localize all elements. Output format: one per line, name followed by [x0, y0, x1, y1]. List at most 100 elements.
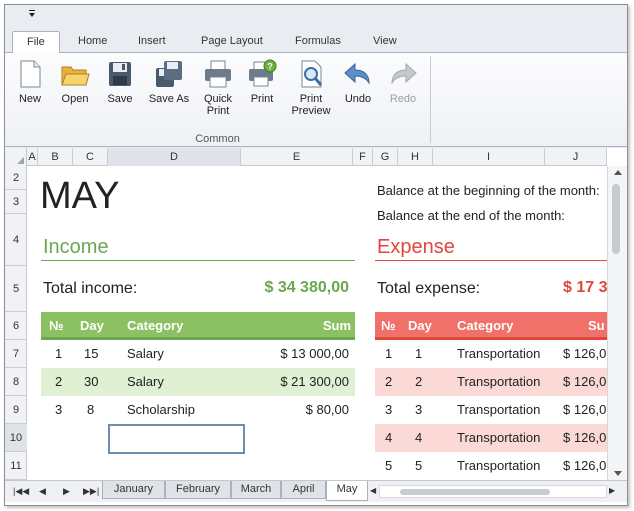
tab-file[interactable]: File: [12, 31, 60, 53]
selected-cell[interactable]: [108, 424, 245, 454]
open-button[interactable]: Open: [57, 58, 93, 105]
new-document-icon: [20, 60, 41, 88]
last-sheet-icon[interactable]: ▶▶|: [83, 486, 99, 497]
column-header-g[interactable]: G: [373, 148, 398, 166]
print-preview-icon: [301, 60, 323, 88]
column-header-f[interactable]: F: [353, 148, 373, 166]
vertical-scroll-thumb[interactable]: [612, 184, 620, 254]
first-sheet-icon[interactable]: |◀◀: [13, 486, 29, 497]
total-expense-label: Total expense:: [377, 280, 481, 297]
income-header-category: Category: [127, 318, 184, 333]
tab-page-layout[interactable]: Page Layout: [201, 35, 263, 47]
prev-sheet-icon[interactable]: ◀: [39, 486, 46, 497]
expense-header-no: №: [381, 318, 396, 333]
row-header-11[interactable]: 11: [5, 452, 27, 480]
balance-end-label: Balance at the end of the month:: [377, 208, 565, 223]
expense-no: 1: [385, 346, 393, 361]
expense-no: 4: [385, 430, 393, 445]
group-separator: [430, 56, 431, 143]
customize-toolbar-icon[interactable]: [29, 10, 35, 17]
sheet-tab-march[interactable]: March: [231, 481, 281, 499]
save-as-button[interactable]: Save As: [147, 58, 191, 105]
income-header-day: Day: [80, 318, 104, 333]
cell-grid[interactable]: MAY Balance at the beginning of the mont…: [27, 166, 607, 480]
row-header-3[interactable]: 3: [5, 190, 27, 214]
column-header-e[interactable]: E: [241, 148, 353, 166]
vertical-scrollbar[interactable]: [607, 166, 627, 480]
total-income-label: Total income:: [43, 280, 138, 297]
next-sheet-icon[interactable]: ▶: [63, 486, 70, 497]
undo-label: Undo: [344, 93, 372, 105]
sheet-tab-april[interactable]: April: [281, 481, 326, 499]
print-icon: ?: [249, 59, 277, 87]
balance-begin-label: Balance at the beginning of the month:: [377, 183, 600, 198]
row-header-2[interactable]: 2: [5, 166, 27, 190]
print-preview-label-2: Preview: [291, 105, 331, 117]
scroll-right-icon[interactable]: ▶: [609, 486, 615, 495]
scroll-up-icon[interactable]: [614, 170, 622, 175]
row-header-4[interactable]: 4: [5, 214, 27, 266]
tab-home[interactable]: Home: [78, 35, 107, 47]
expense-header-category: Category: [457, 318, 514, 333]
new-label: New: [18, 93, 41, 105]
income-no: 3: [55, 402, 63, 417]
expense-title: Expense: [377, 236, 455, 258]
expense-no: 3: [385, 402, 393, 417]
save-label: Save: [107, 93, 133, 105]
print-label: Print: [250, 93, 274, 105]
row-header-8[interactable]: 8: [5, 368, 27, 396]
expense-header-day: Day: [408, 318, 432, 333]
tab-insert[interactable]: Insert: [138, 35, 166, 47]
horizontal-scrollbar[interactable]: [379, 485, 607, 498]
scroll-down-icon[interactable]: [614, 471, 622, 476]
print-button[interactable]: ? Print: [245, 58, 279, 105]
quick-access-toolbar: [5, 5, 627, 29]
redo-button[interactable]: Redo: [386, 58, 420, 105]
income-category: Salary: [127, 346, 164, 361]
svg-text:?: ?: [267, 62, 273, 72]
income-day: 8: [87, 402, 95, 417]
tab-view[interactable]: View: [373, 35, 397, 47]
table-row: 2 2 Transportation $ 126,0: [375, 368, 607, 396]
quick-print-button[interactable]: Quick Print: [200, 58, 236, 117]
undo-button[interactable]: Undo: [341, 58, 375, 105]
income-no: 1: [55, 346, 63, 361]
expense-header-sum: Su: [588, 318, 605, 333]
row-header-10[interactable]: 10: [5, 424, 27, 452]
row-header-9[interactable]: 9: [5, 396, 27, 424]
sheet-tab-january[interactable]: January: [102, 481, 165, 499]
column-header-a[interactable]: A: [27, 148, 38, 166]
column-header-b[interactable]: B: [38, 148, 73, 166]
new-button[interactable]: New: [14, 58, 46, 105]
table-row: 1 15 Salary $ 13 000,00: [41, 340, 355, 368]
quick-print-label-1: Quick: [203, 93, 233, 105]
expense-sum: $ 126,0: [563, 346, 607, 361]
column-header-c[interactable]: C: [73, 148, 108, 166]
expense-sum: $ 126,0: [563, 430, 607, 445]
folder-open-icon: [61, 66, 90, 86]
column-header-i[interactable]: I: [433, 148, 545, 166]
sheet-tab-february[interactable]: February: [165, 481, 231, 499]
expense-category: Transportation: [457, 458, 541, 473]
row-header-6[interactable]: 6: [5, 312, 27, 340]
horizontal-scroll-thumb[interactable]: [400, 489, 550, 495]
select-all-corner[interactable]: [5, 148, 27, 166]
print-preview-button[interactable]: Print Preview: [290, 58, 332, 117]
tab-formulas[interactable]: Formulas: [295, 35, 341, 47]
expense-day: 1: [415, 346, 423, 361]
spreadsheet-window: File Home Insert Page Layout Formulas Vi…: [4, 4, 628, 506]
save-button[interactable]: Save: [104, 58, 136, 105]
expense-category: Transportation: [457, 346, 541, 361]
income-underline: [41, 260, 355, 261]
row-header-7[interactable]: 7: [5, 340, 27, 368]
income-table-header: № Day Category Sum: [41, 312, 355, 340]
row-header-5[interactable]: 5: [5, 266, 27, 312]
quick-print-icon: [205, 60, 231, 88]
column-header-j[interactable]: J: [545, 148, 607, 166]
undo-arrow-icon: [344, 62, 370, 85]
scroll-left-icon[interactable]: ◀: [370, 486, 376, 495]
sheet-tab-may[interactable]: May: [326, 481, 368, 501]
income-header-no: №: [49, 318, 64, 333]
column-header-d[interactable]: D: [108, 148, 241, 166]
column-header-h[interactable]: H: [398, 148, 433, 166]
